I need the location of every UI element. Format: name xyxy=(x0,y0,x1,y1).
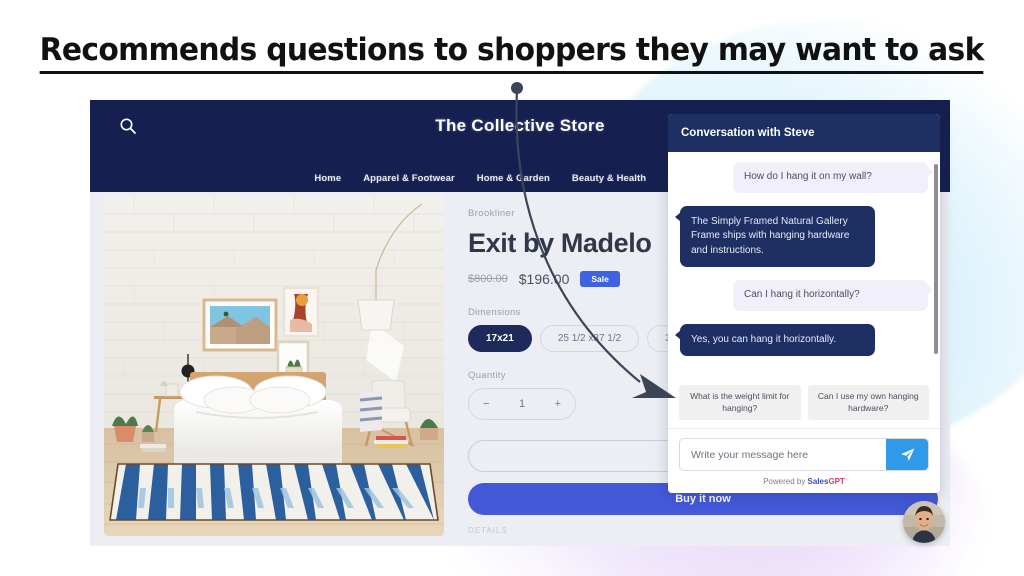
dimension-option-0[interactable]: 17x21 xyxy=(468,325,532,352)
chat-header-title: Conversation with Steve xyxy=(681,127,815,139)
nav-item-home[interactable]: Home xyxy=(314,173,341,184)
chat-message-bot-1: The Simply Framed Natural Gallery Frame … xyxy=(675,205,875,267)
chat-composer xyxy=(679,438,929,471)
send-paper-plane-icon xyxy=(900,448,914,461)
quantity-increase-button[interactable]: + xyxy=(555,398,561,410)
quantity-decrease-button[interactable]: − xyxy=(483,398,489,410)
chat-scrollbar-thumb[interactable] xyxy=(934,164,938,354)
send-button[interactable] xyxy=(886,439,928,470)
suggested-question-0[interactable]: What is the weight limit for hanging? xyxy=(679,385,801,420)
chat-message-bot-2: Yes, you can hang it horizontally. xyxy=(675,323,875,356)
salesgpt-gpt: GPT xyxy=(828,477,845,486)
product-image-bedroom[interactable] xyxy=(104,196,444,536)
chat-message-user-2: Can I hang it horizontally? xyxy=(733,280,933,311)
details-section-label: DETAILS xyxy=(468,526,508,535)
agent-avatar[interactable] xyxy=(903,501,945,543)
headline-text: Recommends questions to shoppers they ma… xyxy=(39,32,985,74)
suggested-question-1[interactable]: Can I use my own hanging hardware? xyxy=(807,385,929,420)
dimension-option-1[interactable]: 25 1/2 x37 1/2 xyxy=(539,325,640,352)
chat-widget: Conversation with Steve How do I hang it… xyxy=(668,114,940,493)
chat-header: Conversation with Steve xyxy=(668,114,940,152)
nav-item-home-garden[interactable]: Home & Garden xyxy=(477,173,550,184)
powered-by-label: Powered by SalesGPT xyxy=(679,471,929,488)
sale-badge: Sale xyxy=(580,271,620,287)
salesgpt-sales: Sales xyxy=(807,477,829,486)
price-original: $800.00 xyxy=(468,273,508,285)
nav-item-beauty-health[interactable]: Beauty & Health xyxy=(572,173,646,184)
chat-message-list: How do I hang it on my wall? The Simply … xyxy=(668,152,940,384)
price-current: $196.00 xyxy=(518,271,570,287)
slide-headline: Recommends questions to shoppers they ma… xyxy=(0,32,1024,74)
chat-composer-area: Powered by SalesGPT xyxy=(668,428,940,493)
message-input[interactable] xyxy=(680,439,886,470)
suggested-questions: What is the weight limit for hanging? Ca… xyxy=(668,383,940,428)
nav-item-apparel-footwear[interactable]: Apparel & Footwear xyxy=(363,173,455,184)
quantity-stepper[interactable]: − 1 + xyxy=(468,388,576,420)
chat-message-user-1: How do I hang it on my wall? xyxy=(733,162,933,193)
powered-by-prefix: Powered by xyxy=(763,477,808,486)
quantity-value: 1 xyxy=(518,398,526,410)
